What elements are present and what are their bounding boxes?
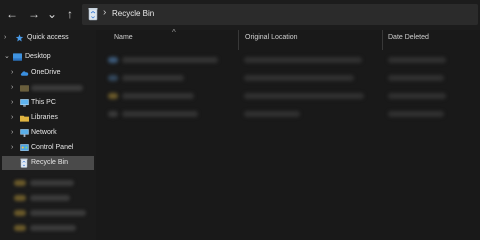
sidebar-item-label: Recycle Bin — [31, 159, 68, 166]
collapse-chevron-icon[interactable]: ⌄ — [4, 50, 10, 64]
file-icon — [108, 75, 118, 81]
expand-chevron-icon[interactable]: › — [11, 111, 13, 125]
blurred-location — [244, 57, 362, 63]
sidebar-item-blurred[interactable] — [0, 176, 96, 190]
sidebar-item-libraries[interactable]: › Libraries — [0, 111, 96, 125]
blurred-label — [30, 180, 74, 186]
toolbar: ← → ⌄ ↑ › Recycle Bin — [0, 0, 480, 30]
file-row[interactable] — [96, 88, 480, 104]
column-divider[interactable] — [382, 30, 383, 50]
folder-icon — [108, 93, 118, 99]
expand-chevron-icon[interactable]: › — [11, 126, 13, 140]
expand-chevron-icon[interactable]: › — [11, 81, 13, 95]
navigation-pane: › Quick access ⌄ Desktop › OneDrive › › — [0, 30, 96, 240]
sidebar-item-user-folder[interactable]: › — [0, 81, 96, 95]
desktop-icon — [13, 53, 22, 61]
file-icon — [108, 57, 118, 63]
expand-chevron-icon[interactable]: › — [11, 141, 13, 155]
breadcrumb-recycle-bin[interactable]: Recycle Bin — [112, 9, 154, 18]
blurred-date — [388, 93, 446, 99]
sidebar-item-quick-access[interactable]: › Quick access — [0, 31, 96, 45]
recent-locations-button[interactable]: ⌄ — [44, 6, 60, 22]
blurred-label — [30, 210, 86, 216]
column-header-original-location[interactable]: Original Location — [245, 34, 298, 41]
sidebar-item-control-panel[interactable]: › Control Panel — [0, 141, 96, 155]
star-icon — [15, 34, 24, 42]
sidebar-item-label: Network — [31, 129, 57, 136]
sidebar-item-label: Control Panel — [31, 144, 74, 151]
file-list: ^ Name Original Location Date Deleted — [96, 28, 480, 240]
sidebar-item-onedrive[interactable]: › OneDrive — [0, 66, 96, 80]
blurred-location — [244, 111, 300, 117]
column-header-name[interactable]: Name — [114, 34, 133, 41]
sidebar-item-label: Desktop — [25, 53, 51, 60]
sidebar-item-blurred[interactable] — [0, 191, 96, 205]
blurred-location — [244, 93, 364, 99]
column-divider[interactable] — [238, 30, 239, 50]
blurred-date — [388, 111, 444, 117]
expand-chevron-icon[interactable]: › — [4, 31, 6, 45]
libraries-icon — [20, 115, 29, 122]
blurred-date — [388, 75, 444, 81]
expand-chevron-icon[interactable]: › — [11, 66, 13, 80]
drive-icon — [14, 180, 26, 186]
file-row[interactable] — [96, 106, 480, 122]
blurred-file-name — [122, 93, 194, 99]
file-row[interactable] — [96, 70, 480, 86]
blurred-label — [30, 225, 76, 231]
user-folder-icon — [20, 85, 29, 92]
blurred-label — [30, 195, 70, 201]
sidebar-item-desktop[interactable]: ⌄ Desktop — [0, 50, 96, 64]
up-button[interactable]: ↑ — [62, 6, 78, 22]
drive-icon — [14, 210, 26, 216]
cloud-icon — [20, 71, 29, 76]
blurred-file-name — [122, 75, 184, 81]
recycle-bin-icon — [20, 158, 28, 168]
pc-icon — [20, 99, 29, 107]
forward-button[interactable]: → — [26, 6, 42, 22]
sidebar-item-network[interactable]: › Network — [0, 126, 96, 140]
sidebar-item-label: OneDrive — [31, 69, 61, 76]
sidebar-item-label: Quick access — [27, 34, 69, 41]
blurred-location — [244, 75, 354, 81]
sidebar-item-blurred[interactable] — [0, 221, 96, 235]
sidebar-item-recycle-bin[interactable]: Recycle Bin — [2, 156, 94, 170]
back-button[interactable]: ← — [4, 6, 20, 22]
column-header-date-deleted[interactable]: Date Deleted — [388, 34, 429, 41]
sidebar-item-blurred[interactable] — [0, 206, 96, 220]
expand-chevron-icon[interactable]: › — [11, 96, 13, 110]
sidebar-item-label: Libraries — [31, 114, 58, 121]
address-bar[interactable]: › Recycle Bin — [82, 4, 478, 25]
file-icon — [108, 111, 118, 117]
column-headers: ^ Name Original Location Date Deleted — [96, 28, 480, 50]
sort-ascending-icon: ^ — [172, 28, 176, 37]
sidebar-item-label: This PC — [31, 99, 56, 106]
drive-icon — [14, 225, 26, 231]
file-row[interactable] — [96, 52, 480, 68]
blurred-label — [31, 85, 83, 91]
network-icon — [20, 129, 29, 137]
drive-icon — [14, 195, 26, 201]
sidebar-item-this-pc[interactable]: › This PC — [0, 96, 96, 110]
breadcrumb-separator: › — [103, 7, 107, 18]
blurred-file-name — [122, 57, 218, 63]
control-panel-icon — [20, 144, 29, 151]
blurred-file-name — [122, 111, 198, 117]
blurred-date — [388, 57, 446, 63]
recycle-bin-icon — [88, 8, 98, 21]
